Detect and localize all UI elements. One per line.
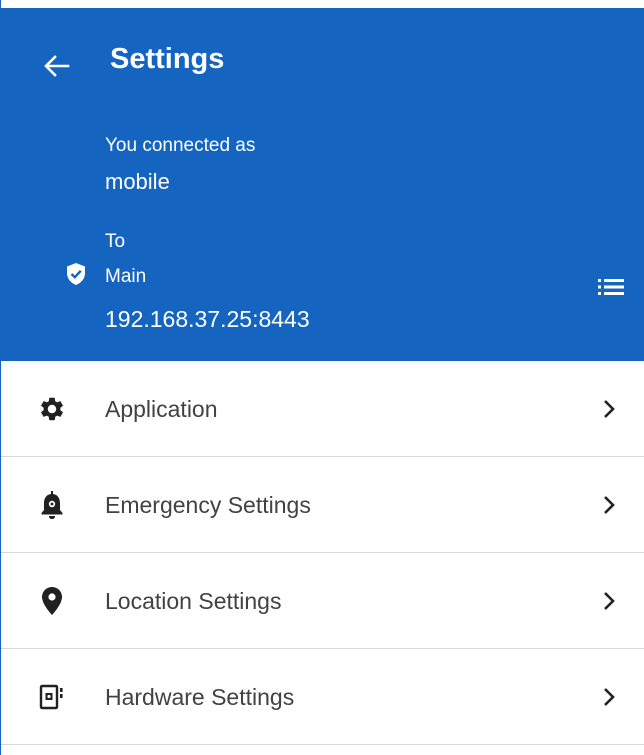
- chevron-right-icon: [604, 400, 615, 418]
- page-title: Settings: [110, 43, 225, 75]
- hardware-device-icon: [39, 684, 63, 710]
- connection-header: Settings You connected as mobile To Main…: [1, 8, 644, 361]
- settings-screen: Settings You connected as mobile To Main…: [0, 0, 644, 755]
- menu-item-label: Location Settings: [105, 588, 282, 614]
- arrow-left-icon: [44, 55, 70, 77]
- menu-item-location-settings[interactable]: Location Settings: [1, 553, 644, 649]
- gear-icon: [41, 397, 63, 421]
- server-address: 192.168.37.25:8443: [105, 306, 310, 332]
- server-name: Main: [105, 266, 147, 287]
- verified-shield-icon: [67, 263, 85, 285]
- menu-item-label: Hardware Settings: [105, 684, 295, 710]
- server-list-button[interactable]: [591, 270, 631, 304]
- connected-as-label: You connected as: [105, 135, 256, 156]
- alarm-bell-icon: [41, 491, 63, 519]
- username: mobile: [105, 169, 170, 194]
- chevron-right-icon: [604, 496, 615, 514]
- menu-item-label: Application: [105, 396, 218, 422]
- settings-menu: Application Emergency Settings Location …: [1, 361, 644, 745]
- menu-item-emergency-settings[interactable]: Emergency Settings: [1, 457, 644, 553]
- list-icon: [598, 279, 624, 295]
- menu-item-application[interactable]: Application: [1, 361, 644, 457]
- menu-item-label: Emergency Settings: [105, 492, 311, 518]
- to-label: To: [105, 231, 126, 252]
- menu-item-hardware-settings[interactable]: Hardware Settings: [1, 649, 644, 745]
- location-pin-icon: [42, 587, 62, 615]
- back-button[interactable]: [37, 48, 77, 84]
- chevron-right-icon: [604, 688, 615, 706]
- chevron-right-icon: [604, 592, 615, 610]
